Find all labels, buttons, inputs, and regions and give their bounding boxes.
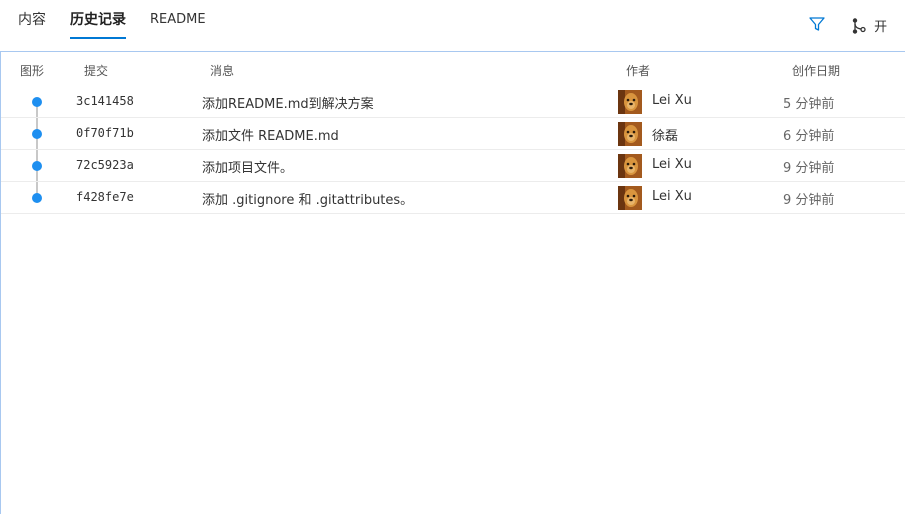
commit-author: 徐磊: [652, 129, 679, 144]
commit-date: 6 分钟前: [783, 129, 835, 144]
avatar: [618, 186, 642, 210]
history-view: 内容 历史记录 README 开 图形 提交 消息 作者 创作日期 3c1414…: [0, 0, 905, 514]
table-row[interactable]: 3c141458 添加README.md到解决方案 Lei Xu 5 分钟前: [1, 86, 905, 118]
commit-id[interactable]: 72c5923a: [76, 158, 134, 172]
table-header: 图形 提交 消息 作者 创作日期: [1, 52, 905, 86]
commit-message: 添加 .gitignore 和 .gitattributes。: [202, 193, 414, 208]
commit-date: 9 分钟前: [783, 193, 835, 208]
commit-message: 添加文件 README.md: [202, 129, 339, 144]
commit-graph-node: [32, 193, 42, 203]
avatar: [618, 90, 642, 114]
column-header-message[interactable]: 消息: [210, 62, 234, 79]
avatar: [618, 122, 642, 146]
graph-toggle-label: 开: [874, 20, 888, 35]
commit-date: 5 分钟前: [783, 97, 835, 112]
column-header-author[interactable]: 作者: [626, 62, 650, 79]
filter-icon[interactable]: [808, 15, 826, 33]
branch-graph-icon: [851, 15, 872, 34]
commit-graph-node: [32, 129, 42, 139]
commit-id[interactable]: f428fe7e: [76, 190, 134, 204]
commit-author: Lei Xu: [652, 93, 692, 108]
active-tab-indicator: [70, 37, 126, 39]
avatar: [618, 154, 642, 178]
commit-message: 添加项目文件。: [202, 161, 294, 176]
table-row[interactable]: 0f70f71b 添加文件 README.md 徐磊 6 分钟前: [1, 118, 905, 150]
column-header-commit[interactable]: 提交: [84, 62, 108, 79]
tab-contents[interactable]: 内容: [18, 0, 46, 40]
tab-bar: 内容 历史记录 README 开: [0, 0, 905, 50]
column-header-date[interactable]: 创作日期: [792, 62, 840, 79]
commit-author: Lei Xu: [652, 189, 692, 204]
commit-message: 添加README.md到解决方案: [202, 97, 374, 112]
tab-history[interactable]: 历史记录: [70, 0, 126, 40]
commit-id[interactable]: 0f70f71b: [76, 126, 134, 140]
graph-toggle-button[interactable]: 开: [851, 15, 887, 35]
commit-author: Lei Xu: [652, 157, 692, 172]
history-panel: 图形 提交 消息 作者 创作日期 3c141458 添加README.md到解决…: [0, 51, 905, 514]
tab-readme[interactable]: README: [150, 0, 206, 40]
commit-date: 9 分钟前: [783, 161, 835, 176]
table-row[interactable]: f428fe7e 添加 .gitignore 和 .gitattributes。…: [1, 182, 905, 214]
commit-graph-node: [32, 161, 42, 171]
commit-id[interactable]: 3c141458: [76, 94, 134, 108]
commit-graph-node: [32, 97, 42, 107]
column-header-graph: 图形: [20, 64, 45, 78]
table-row[interactable]: 72c5923a 添加项目文件。 Lei Xu 9 分钟前: [1, 150, 905, 182]
